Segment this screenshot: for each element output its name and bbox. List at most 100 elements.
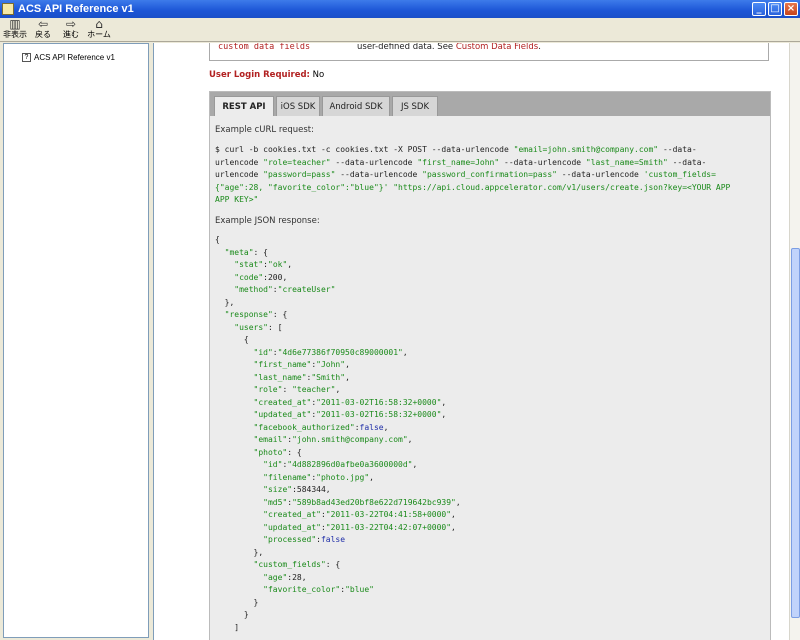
- json-code-token: "John": [316, 360, 346, 369]
- json-code-token: [215, 373, 254, 382]
- json-code-line: }: [215, 597, 461, 610]
- back-label: 戻る: [35, 30, 51, 39]
- json-code-token: "2011-03-22T04:41:58+0000": [325, 510, 452, 519]
- json-code-token: "size": [263, 485, 293, 494]
- json-code-line: "created_at":"2011-03-02T16:58:32+0000",: [215, 397, 461, 410]
- curl-code-token: "password_confirmation=pass": [422, 170, 557, 179]
- json-example-label: Example JSON response:: [215, 216, 320, 226]
- json-code-token: ,: [441, 410, 447, 419]
- curl-code-token: "first_name=John": [417, 157, 500, 167]
- curl-code-line: urlencode "role=teacher" --data-urlencod…: [215, 157, 730, 170]
- json-code-line: },: [215, 547, 461, 560]
- help-page-icon: ?: [22, 53, 31, 62]
- json-code-token: ,: [345, 372, 350, 382]
- contents-tree-pane: ? ACS API Reference v1: [3, 43, 149, 638]
- json-code-token: "processed": [263, 535, 317, 544]
- tab-android-sdk[interactable]: Android SDK: [322, 96, 390, 116]
- tab-ios-sdk[interactable]: iOS SDK: [276, 96, 320, 116]
- home-button[interactable]: ⌂ ホーム: [86, 18, 112, 41]
- vertical-scrollbar[interactable]: [789, 43, 800, 640]
- window-controls: _ □ ×: [752, 2, 798, 16]
- json-code-line: "meta": {: [215, 247, 461, 260]
- json-code-token: ,: [407, 435, 413, 444]
- json-code-token: ,: [455, 497, 461, 507]
- json-code-token: "filename": [263, 472, 312, 482]
- curl-code-token: "role=teacher": [263, 157, 331, 167]
- json-code-token: {: [215, 235, 220, 244]
- curl-code-token: "https://api.cloud.appcelerator.com/v1/u…: [393, 182, 731, 192]
- json-code-token: : [: [267, 322, 283, 332]
- hide-button[interactable]: ▥ 非表示: [2, 18, 28, 41]
- json-code-token: "custom_fields": [253, 560, 326, 569]
- json-code-token: "4d6e77386f70950c89000001": [277, 347, 403, 357]
- json-code-token: "4d882896d0afbe0a3600000d": [287, 460, 413, 469]
- scrollbar-thumb[interactable]: [791, 248, 800, 618]
- json-code-token: : {: [253, 247, 268, 257]
- json-code-token: ,: [451, 522, 456, 532]
- json-code-token: [215, 448, 254, 457]
- json-code-token: "Smith": [311, 372, 346, 382]
- custom-data-fields-link[interactable]: Custom Data Fields: [456, 43, 538, 52]
- tree-item-label: ACS API Reference v1: [34, 53, 115, 62]
- json-code-token: [215, 485, 263, 494]
- json-code-token: "meta": [224, 247, 254, 257]
- json-code-line: "age":28,: [215, 572, 461, 585]
- home-icon: ⌂: [95, 17, 103, 31]
- home-label: ホーム: [87, 30, 111, 39]
- minimize-button[interactable]: _: [752, 2, 766, 16]
- json-code-token: [215, 435, 254, 444]
- json-code-line: "updated_at":"2011-03-02T16:58:32+0000",: [215, 409, 461, 422]
- json-code-line: }: [215, 609, 461, 622]
- json-code-token: "ok": [268, 260, 288, 269]
- tree-item-acs-api-reference[interactable]: ? ACS API Reference v1: [22, 53, 115, 62]
- json-code-line: "md5":"589b8ad43ed20bf8e622d719642bc939"…: [215, 497, 461, 510]
- tab-js-sdk[interactable]: JS SDK: [392, 96, 438, 116]
- curl-code-line: {"age":28, "favorite_color":"blue"}' "ht…: [215, 182, 730, 195]
- window-title: ACS API Reference v1: [18, 3, 134, 15]
- json-code-token: "updated_at": [263, 522, 321, 532]
- curl-example-label: Example cURL request:: [215, 125, 314, 135]
- json-code-token: [215, 510, 263, 519]
- json-code-token: "2011-03-22T04:42:07+0000": [325, 522, 452, 532]
- json-code-token: "updated_at": [253, 410, 312, 419]
- tab-rest-api[interactable]: REST API: [214, 96, 274, 116]
- json-code-token: [215, 285, 234, 294]
- curl-code-token: {"age":28, "favorite_color":"blue"}': [215, 182, 389, 192]
- json-code-token: "blue": [345, 585, 374, 594]
- json-code-token: "role": [253, 385, 283, 394]
- back-button[interactable]: ⇦ 戻る: [30, 18, 56, 41]
- json-code-token: [215, 385, 254, 394]
- maximize-button[interactable]: □: [768, 2, 782, 16]
- json-code-line: "users": [: [215, 322, 461, 335]
- json-code-token: :28,: [287, 572, 307, 582]
- json-code-token: false: [320, 535, 346, 544]
- curl-code-block: $ curl -b cookies.txt -c cookies.txt -X …: [215, 144, 730, 207]
- login-required-label: User Login Required:: [209, 70, 310, 80]
- json-code-token: ,: [345, 360, 350, 369]
- examples-panel: REST API iOS SDK Android SDK JS SDK Exam…: [209, 91, 771, 640]
- param-desc-prefix: user-defined data. See: [357, 43, 456, 52]
- help-app-icon: [2, 3, 14, 15]
- json-code-block: { "meta": { "stat":"ok", "code":200, "me…: [215, 234, 461, 634]
- forward-button[interactable]: ⇨ 進む: [58, 18, 84, 41]
- json-code-line: "processed":false: [215, 534, 461, 547]
- curl-code-token: --data-: [658, 145, 697, 154]
- json-code-token: "favorite_color": [263, 585, 341, 594]
- json-code-token: ,: [335, 385, 341, 394]
- json-code-token: "md5": [263, 497, 288, 507]
- json-code-token: "age": [263, 572, 288, 582]
- json-code-token: [215, 473, 263, 482]
- json-code-token: "stat": [234, 260, 264, 269]
- json-code-token: "id": [263, 460, 283, 469]
- json-code-token: :: [282, 385, 293, 394]
- curl-code-token: --data-urlencode: [556, 170, 644, 179]
- forward-label: 進む: [63, 30, 79, 39]
- curl-code-token: 'custom_fields=: [643, 170, 716, 179]
- json-code-token: "code": [234, 272, 264, 282]
- curl-code-token: "email=john.smith@company.com": [513, 145, 659, 154]
- json-code-token: ,: [402, 347, 408, 357]
- json-code-line: "id":"4d6e77386f70950c89000001",: [215, 347, 461, 360]
- param-desc-suffix: .: [538, 43, 541, 52]
- json-code-line: "role": "teacher",: [215, 384, 461, 397]
- close-button[interactable]: ×: [784, 2, 798, 16]
